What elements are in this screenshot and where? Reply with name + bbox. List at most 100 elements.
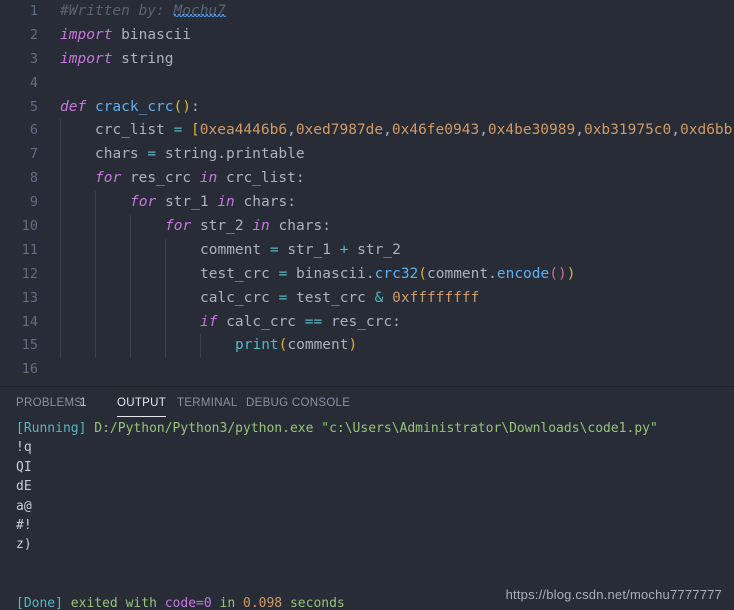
line-number: 8 <box>29 170 38 187</box>
code-token-variable: comment <box>200 241 262 258</box>
code-line[interactable]: 13 calc_crc = test_crc & 0xffffffff <box>0 286 734 311</box>
code-token-variable: calc_crc <box>200 289 270 306</box>
output-line: !q <box>0 438 734 457</box>
tab-problems[interactable]: PROBLEMS <box>16 387 82 419</box>
code-token-variable: calc_crc <box>226 313 297 330</box>
code-token-colon: : <box>190 98 200 115</box>
code-token-keyword-in: in <box>199 170 218 187</box>
code-token-variable: str_1 <box>287 241 331 258</box>
indent-guide <box>130 262 131 287</box>
code-token-keyword-for: for <box>95 170 122 187</box>
code-token-operator: = <box>278 265 288 282</box>
line-number: 6 <box>29 122 38 139</box>
code-line[interactable]: 5 def crack_crc(): <box>0 96 734 120</box>
code-line[interactable]: 1 #Written by: Mochu7 <box>0 0 734 24</box>
code-token-number: 0xffffffff <box>392 289 480 306</box>
done-duration: 0.098 <box>243 595 283 610</box>
code-editor[interactable]: () 1 #Written by: Mochu7 2 import binasc… <box>0 0 734 386</box>
indent-guide <box>60 334 61 359</box>
code-token-variable: crc_list <box>95 122 165 139</box>
indent-guide <box>60 191 61 216</box>
code-token-number: 0xb31975c0 <box>583 122 672 139</box>
indent-guide <box>130 286 131 311</box>
code-line[interactable]: 6 crc_list = [0xea4446b6,0xed7987de,0x46… <box>0 119 734 144</box>
code-line[interactable]: 3 import string <box>0 48 734 72</box>
code-token-variable: res_crc <box>129 170 192 187</box>
code-line[interactable]: 2 import binascii <box>0 24 734 48</box>
indent-guide <box>95 310 96 335</box>
indent-guide <box>60 215 61 239</box>
code-token-variable: str_2 <box>357 241 401 258</box>
code-token-operator-eq: == <box>304 313 323 330</box>
running-command: D:/Python/Python3/python.exe "c:\Users\A… <box>94 421 658 436</box>
output-space <box>63 596 71 610</box>
code-token-variable: comment <box>427 265 489 282</box>
code-token-module: string <box>121 50 174 67</box>
code-line[interactable]: 4 <box>0 72 734 96</box>
line-number: 16 <box>21 361 38 378</box>
code-token-keyword-for: for <box>165 218 192 235</box>
code-line[interactable]: 11 comment = str_1 + str_2 <box>0 238 734 263</box>
done-text: seconds <box>282 595 345 610</box>
code-token-variable: chars <box>278 218 323 235</box>
output-result: #! <box>16 517 32 533</box>
indent-guide <box>165 310 166 335</box>
line-number: 1 <box>29 3 38 19</box>
code-token-operator: = <box>173 122 183 139</box>
code-token-attribute: printable <box>225 146 305 163</box>
indent-guide <box>130 215 131 239</box>
code-line[interactable]: 14 if calc_crc == res_crc: <box>0 310 734 335</box>
output-line: a@ <box>0 497 734 516</box>
line-number: 5 <box>29 98 38 115</box>
code-token-variable: test_crc <box>296 289 366 306</box>
code-token-colon: : <box>287 194 296 211</box>
code-token-variable: test_crc <box>200 265 270 282</box>
output-line-blank <box>0 555 734 574</box>
line-number: 9 <box>29 194 38 211</box>
code-token-operator: = <box>147 146 157 163</box>
tab-debug-console[interactable]: DEBUG CONSOLE <box>246 387 350 419</box>
code-token-variable: chars <box>95 146 139 163</box>
code-token-variable: chars <box>243 194 288 211</box>
code-line[interactable]: 16 <box>0 358 734 382</box>
code-line[interactable]: 7 chars = string.printable <box>0 143 734 168</box>
code-line[interactable]: 15 print(comment) <box>0 334 734 359</box>
indent-guide <box>95 262 96 287</box>
code-token-dot: . <box>217 146 226 163</box>
line-number: 12 <box>21 265 38 282</box>
output-console[interactable]: [Running] D:/Python/Python3/python.exe "… <box>0 419 734 610</box>
code-token-comma: , <box>479 122 488 139</box>
indent-guide <box>165 262 166 287</box>
code-token-comma: , <box>383 122 392 139</box>
indent-guide <box>60 143 61 168</box>
code-line[interactable]: 10 for str_2 in chars: <box>0 215 734 239</box>
code-token-function-call: encode <box>496 265 550 282</box>
done-text: in <box>211 595 243 610</box>
tab-terminal[interactable]: TERMINAL <box>177 387 238 419</box>
bottom-panel: PROBLEMS 1 OUTPUT TERMINAL DEBUG CONSOLE… <box>0 386 734 610</box>
code-line[interactable]: 9 for str_1 in chars: <box>0 191 734 216</box>
code-line[interactable]: 8 for res_crc in crc_list: <box>0 167 734 192</box>
line-number: 13 <box>21 289 38 306</box>
done-text: exited with <box>70 595 165 610</box>
code-token-bracket: ) <box>348 337 358 354</box>
indent-guide <box>60 119 61 144</box>
indent-guide <box>165 334 166 359</box>
code-token-comma: , <box>287 122 296 139</box>
tab-output[interactable]: OUTPUT <box>117 387 167 419</box>
line-number: 3 <box>29 50 38 67</box>
indent-guide <box>130 334 131 359</box>
code-token-bracket: ) <box>557 265 567 282</box>
code-line[interactable]: 12 test_crc = binascii.crc32(comment.enc… <box>0 262 734 287</box>
code-token-dot: . <box>488 265 497 282</box>
